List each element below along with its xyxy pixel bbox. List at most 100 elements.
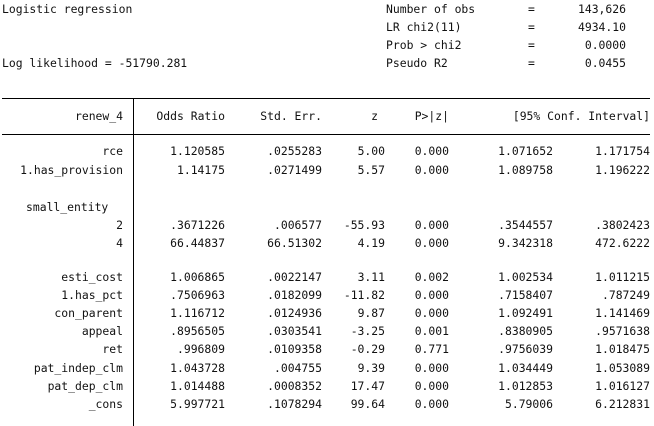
std-err-cell: .004755 — [274, 361, 322, 375]
stat-value: 0.0455 — [585, 56, 626, 70]
z-cell: 99.64 — [351, 397, 385, 411]
std-err-cell: .0255283 — [267, 144, 322, 158]
variable-name: 2 — [116, 218, 123, 232]
stat-equals: = — [528, 20, 535, 34]
z-cell: 5.00 — [358, 144, 385, 158]
ci-lower-cell: 1.012853 — [498, 379, 553, 393]
ci-upper-cell: 1.196222 — [595, 163, 650, 177]
ci-upper-cell: .787249 — [602, 288, 650, 302]
odds-ratio-cell: .7506963 — [170, 288, 225, 302]
odds-ratio-cell: 1.014488 — [170, 379, 225, 393]
std-err-cell: .1078294 — [267, 397, 322, 411]
odds-ratio-cell: 1.120585 — [170, 144, 225, 158]
variable-name: 4 — [116, 236, 123, 250]
column-header: [95% Conf. Interval] — [513, 109, 650, 123]
p-value-cell: 0.000 — [415, 218, 449, 232]
ci-upper-cell: .9571638 — [595, 324, 650, 338]
odds-ratio-cell: .8956505 — [170, 324, 225, 338]
p-value-cell: 0.000 — [415, 163, 449, 177]
p-value-cell: 0.000 — [415, 397, 449, 411]
z-cell: -0.29 — [351, 342, 385, 356]
odds-ratio-cell: 1.14175 — [177, 163, 225, 177]
odds-ratio-cell: 1.116712 — [170, 306, 225, 320]
variable-name: esti_cost — [61, 270, 123, 284]
ci-upper-cell: 472.6222 — [595, 236, 650, 250]
odds-ratio-cell: 66.44837 — [170, 236, 225, 250]
z-cell: 4.19 — [358, 236, 385, 250]
z-cell: 17.47 — [351, 379, 385, 393]
p-value-cell: 0.000 — [415, 144, 449, 158]
table-header-rule — [2, 134, 650, 135]
std-err-cell: .006577 — [274, 218, 322, 232]
odds-ratio-cell: 5.997721 — [170, 397, 225, 411]
p-value-cell: 0.000 — [415, 236, 449, 250]
ci-lower-cell: 1.089758 — [498, 163, 553, 177]
p-value-cell: 0.000 — [415, 288, 449, 302]
column-header: Std. Err. — [260, 109, 322, 123]
std-err-cell: 66.51302 — [267, 236, 322, 250]
ci-upper-cell: 1.141469 — [595, 306, 650, 320]
stat-label: Pseudo R2 — [386, 56, 448, 70]
table-divider — [133, 98, 134, 426]
p-value-cell: 0.002 — [415, 270, 449, 284]
log-likelihood: Log likelihood = -51790.281 — [2, 56, 187, 70]
ci-lower-cell: .9756039 — [498, 342, 553, 356]
ci-upper-cell: 1.171754 — [595, 144, 650, 158]
column-header: P>|z| — [415, 109, 449, 123]
stat-value: 0.0000 — [585, 38, 626, 52]
ci-lower-cell: .3544557 — [498, 218, 553, 232]
ci-upper-cell: 1.016127 — [595, 379, 650, 393]
column-header: Odds Ratio — [156, 109, 225, 123]
stat-value: 143,626 — [578, 2, 626, 16]
variable-name: _cons — [89, 397, 123, 411]
odds-ratio-cell: 1.043728 — [170, 361, 225, 375]
std-err-cell: .0124936 — [267, 306, 322, 320]
stat-equals: = — [528, 38, 535, 52]
std-err-cell: .0303541 — [267, 324, 322, 338]
ci-lower-cell: .7158407 — [498, 288, 553, 302]
ci-upper-cell: 1.011215 — [595, 270, 650, 284]
std-err-cell: .0109358 — [267, 342, 322, 356]
variable-name: pat_dep_clm — [48, 379, 123, 393]
variable-name: rce — [102, 144, 123, 158]
variable-name: 1.has_provision — [20, 163, 123, 177]
ci-lower-cell: 1.034449 — [498, 361, 553, 375]
p-value-cell: 0.001 — [415, 324, 449, 338]
std-err-cell: .0008352 — [267, 379, 322, 393]
variable-name: appeal — [82, 324, 123, 338]
ci-lower-cell: 1.002534 — [498, 270, 553, 284]
ci-upper-cell: 1.018475 — [595, 342, 650, 356]
variable-name: pat_indep_clm — [34, 361, 123, 375]
z-cell: 9.87 — [358, 306, 385, 320]
stat-label: LR chi2(11) — [386, 20, 461, 34]
p-value-cell: 0.000 — [415, 361, 449, 375]
column-header: z — [371, 109, 378, 123]
stat-value: 4934.10 — [578, 20, 626, 34]
ci-lower-cell: 1.092491 — [498, 306, 553, 320]
variable-heading: small_entity — [26, 200, 108, 214]
std-err-cell: .0271499 — [267, 163, 322, 177]
p-value-cell: 0.771 — [415, 342, 449, 356]
z-cell: -55.93 — [344, 218, 385, 232]
ci-lower-cell: 9.342318 — [498, 236, 553, 250]
column-header: renew_4 — [75, 109, 123, 123]
ci-upper-cell: .3802423 — [595, 218, 650, 232]
ci-lower-cell: 1.071652 — [498, 144, 553, 158]
z-cell: -11.82 — [344, 288, 385, 302]
variable-name: ret — [102, 342, 123, 356]
stat-label: Number of obs — [386, 2, 475, 16]
p-value-cell: 0.000 — [415, 379, 449, 393]
odds-ratio-cell: .996809 — [177, 342, 225, 356]
z-cell: 3.11 — [358, 270, 385, 284]
std-err-cell: .0182099 — [267, 288, 322, 302]
ci-lower-cell: 5.79006 — [505, 397, 553, 411]
variable-name: con_parent — [54, 306, 123, 320]
stat-equals: = — [528, 2, 535, 16]
std-err-cell: .0022147 — [267, 270, 322, 284]
model-title: Logistic regression — [2, 2, 132, 16]
ci-upper-cell: 1.053089 — [595, 361, 650, 375]
stat-label: Prob > chi2 — [386, 38, 461, 52]
odds-ratio-cell: .3671226 — [170, 218, 225, 232]
z-cell: -3.25 — [351, 324, 385, 338]
odds-ratio-cell: 1.006865 — [170, 270, 225, 284]
